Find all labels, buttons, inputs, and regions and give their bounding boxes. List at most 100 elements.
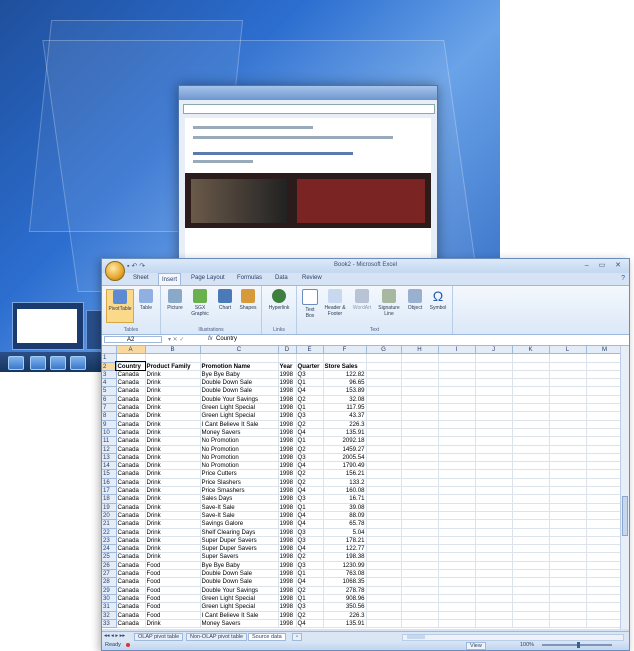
cell[interactable]: Q4: [296, 386, 324, 396]
cell[interactable]: [475, 528, 513, 537]
cell[interactable]: Drink: [145, 428, 201, 438]
cell[interactable]: Canada: [116, 386, 146, 396]
start-icon[interactable]: [8, 356, 24, 370]
cell[interactable]: [438, 428, 476, 438]
cell[interactable]: Canada: [116, 519, 146, 529]
cell[interactable]: [366, 428, 402, 438]
cell[interactable]: [366, 569, 402, 579]
cell[interactable]: Canada: [116, 378, 146, 388]
cell[interactable]: Q4: [296, 511, 324, 521]
cell[interactable]: [438, 602, 476, 612]
cell[interactable]: [586, 469, 624, 479]
name-box[interactable]: A2: [104, 336, 162, 343]
cell[interactable]: Canada: [116, 569, 146, 579]
cell[interactable]: 117.95: [323, 403, 367, 413]
cell[interactable]: 1998: [278, 569, 297, 579]
cell[interactable]: 1998: [278, 386, 297, 396]
cell[interactable]: [512, 428, 550, 438]
shapes-button[interactable]: Shapes: [238, 289, 258, 311]
row-header[interactable]: 10: [102, 428, 117, 438]
cell[interactable]: Drink: [145, 403, 201, 413]
column-header[interactable]: M: [586, 346, 624, 355]
cell[interactable]: Q4: [296, 544, 324, 554]
taskbar-app-icon[interactable]: [50, 356, 66, 370]
cell[interactable]: [366, 519, 402, 529]
cell[interactable]: [401, 436, 439, 446]
cell[interactable]: [512, 411, 550, 421]
cell[interactable]: [401, 386, 439, 396]
cell[interactable]: [401, 353, 439, 363]
cell[interactable]: [475, 395, 513, 405]
row-header[interactable]: 6: [102, 395, 117, 405]
cell[interactable]: [512, 370, 550, 380]
cell[interactable]: [512, 461, 550, 471]
cell[interactable]: [475, 362, 513, 371]
cell[interactable]: Drink: [145, 478, 201, 488]
cell[interactable]: [549, 503, 587, 512]
cell[interactable]: [438, 577, 476, 587]
undo-icon[interactable]: ↶: [131, 263, 137, 270]
cell[interactable]: [401, 478, 439, 488]
cell[interactable]: Promotion Name: [200, 362, 279, 371]
cell[interactable]: [438, 461, 476, 471]
cell[interactable]: Q2: [296, 586, 324, 595]
cell[interactable]: Canada: [116, 602, 146, 612]
cell[interactable]: [549, 420, 587, 429]
cell[interactable]: [366, 528, 402, 537]
cell[interactable]: 1068.35: [323, 577, 367, 587]
cell[interactable]: 1998: [278, 619, 297, 629]
cell[interactable]: [586, 395, 624, 405]
cell[interactable]: [366, 586, 402, 595]
cell[interactable]: [586, 445, 624, 454]
cell[interactable]: [512, 503, 550, 512]
cell[interactable]: [366, 494, 402, 504]
cell[interactable]: 278.78: [323, 586, 367, 595]
cell[interactable]: [512, 577, 550, 587]
row-header[interactable]: 2: [102, 362, 117, 371]
cell[interactable]: Drink: [145, 503, 201, 512]
cell[interactable]: [549, 353, 587, 363]
cell[interactable]: 1998: [278, 370, 297, 380]
row-header[interactable]: 33: [102, 619, 117, 629]
cell[interactable]: Canada: [116, 494, 146, 504]
cell[interactable]: [401, 494, 439, 504]
cell[interactable]: [401, 378, 439, 388]
row-header[interactable]: 24: [102, 544, 117, 554]
row-header[interactable]: 20: [102, 511, 117, 521]
cell[interactable]: No Promotion: [200, 445, 279, 454]
cell[interactable]: Quarter: [296, 362, 324, 371]
cell[interactable]: Canada: [116, 561, 146, 571]
cell[interactable]: 1998: [278, 519, 297, 529]
cell[interactable]: [475, 544, 513, 554]
cell[interactable]: Q3: [296, 536, 324, 546]
cell[interactable]: [401, 528, 439, 537]
cell[interactable]: [401, 586, 439, 595]
cell[interactable]: [475, 602, 513, 612]
table-button[interactable]: Table: [136, 289, 156, 311]
cell[interactable]: [438, 436, 476, 446]
taskbar-app-icon[interactable]: [30, 356, 46, 370]
cell[interactable]: Canada: [116, 528, 146, 537]
cell[interactable]: Savings Galore: [200, 519, 279, 529]
cell[interactable]: [549, 619, 587, 629]
cell[interactable]: [366, 619, 402, 629]
row-header[interactable]: 16: [102, 478, 117, 488]
cell[interactable]: [549, 370, 587, 380]
cell[interactable]: [549, 386, 587, 396]
cell[interactable]: Q1: [296, 594, 324, 604]
cell[interactable]: [366, 544, 402, 554]
cell[interactable]: [586, 586, 624, 595]
sheet-tab-source-data[interactable]: Source data: [248, 633, 286, 641]
cell[interactable]: Save-It Sale: [200, 503, 279, 512]
cell[interactable]: [512, 544, 550, 554]
cell[interactable]: [366, 461, 402, 471]
cell[interactable]: [512, 586, 550, 595]
row-header[interactable]: 31: [102, 602, 117, 612]
cell[interactable]: Shelf Clearing Days: [200, 528, 279, 537]
cell[interactable]: [549, 494, 587, 504]
cell[interactable]: Bye Bye Baby: [200, 561, 279, 571]
cell[interactable]: Q2: [296, 445, 324, 454]
browser-address-bar[interactable]: [183, 104, 435, 114]
cell[interactable]: [401, 503, 439, 512]
cell[interactable]: [323, 353, 367, 363]
